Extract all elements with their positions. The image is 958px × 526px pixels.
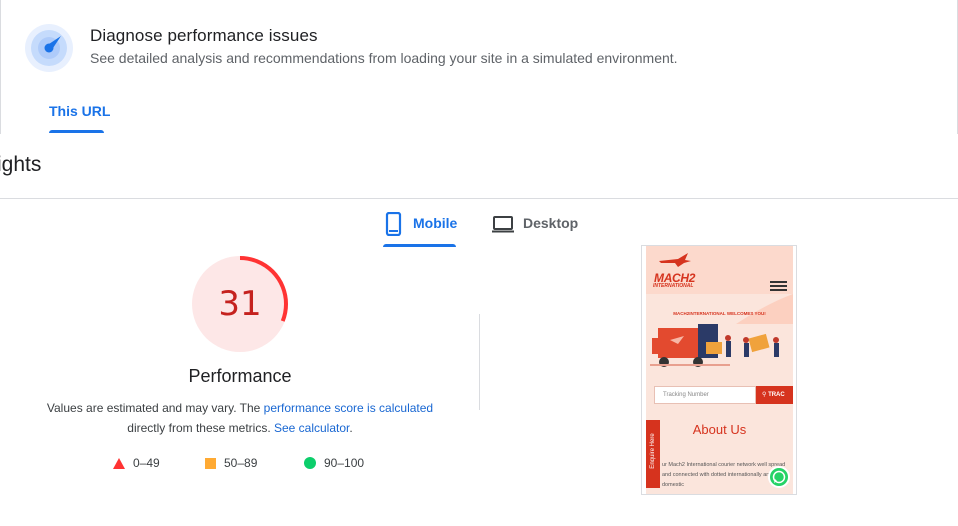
laptop-icon — [491, 212, 515, 239]
track-button: ⚲ TRAC — [756, 386, 793, 404]
legend-pass: 90–100 — [304, 456, 364, 470]
tab-mobile-label: Mobile — [413, 215, 458, 231]
lab-data-icon — [25, 24, 73, 72]
page-screenshot: MACH2 INTERNATIONAL MACH2INTERNATIONAL W… — [641, 245, 797, 495]
plane-logo-icon — [659, 253, 691, 267]
site-header: MACH2 INTERNATIONAL — [646, 246, 793, 294]
diagnose-title: Diagnose performance issues — [90, 26, 318, 45]
legend-fail: 0–49 — [113, 456, 160, 470]
square-icon — [205, 457, 216, 469]
hamburger-menu-icon — [770, 281, 787, 293]
site-welcome: MACH2INTERNATIONAL WELCOMES YOU! — [673, 311, 766, 316]
tab-indicator — [49, 130, 104, 133]
vertical-divider — [479, 314, 480, 410]
performance-title: Performance — [188, 366, 292, 386]
card-border — [0, 0, 1, 134]
diagnose-card: Diagnose performance issues See detailed… — [0, 0, 958, 134]
triangle-icon — [113, 457, 125, 469]
whatsapp-icon — [768, 466, 790, 488]
site-logo-sub: INTERNATIONAL — [653, 283, 694, 289]
performance-score: 31 — [218, 284, 262, 324]
site-preview: MACH2 INTERNATIONAL MACH2INTERNATIONAL W… — [646, 246, 793, 494]
performance-description: Values are estimated and may vary. The p… — [46, 401, 434, 435]
about-heading: About Us — [692, 422, 747, 437]
legend-average: 50–89 — [205, 456, 257, 470]
tab-desktop[interactable]: Desktop — [491, 212, 578, 246]
section-divider — [0, 198, 958, 199]
enquire-tab: Enquire Here — [646, 420, 660, 488]
mobile-tab-indicator — [383, 244, 456, 247]
smartphone-icon — [383, 211, 405, 239]
tab-mobile[interactable]: Mobile — [383, 211, 458, 246]
tab-desktop-label: Desktop — [523, 215, 579, 231]
score-calc-link[interactable]: performance score is calculated — [264, 401, 433, 415]
circle-icon — [304, 457, 316, 469]
diagnose-subtitle: See detailed analysis and recommendation… — [90, 50, 678, 66]
tab-this-url[interactable]: This URL — [49, 103, 110, 119]
see-calculator-link[interactable]: See calculator — [274, 421, 349, 435]
insights-heading: ights — [0, 153, 42, 176]
delivery-truck-illustration — [650, 324, 779, 367]
tracking-input: Tracking Number — [654, 386, 756, 404]
